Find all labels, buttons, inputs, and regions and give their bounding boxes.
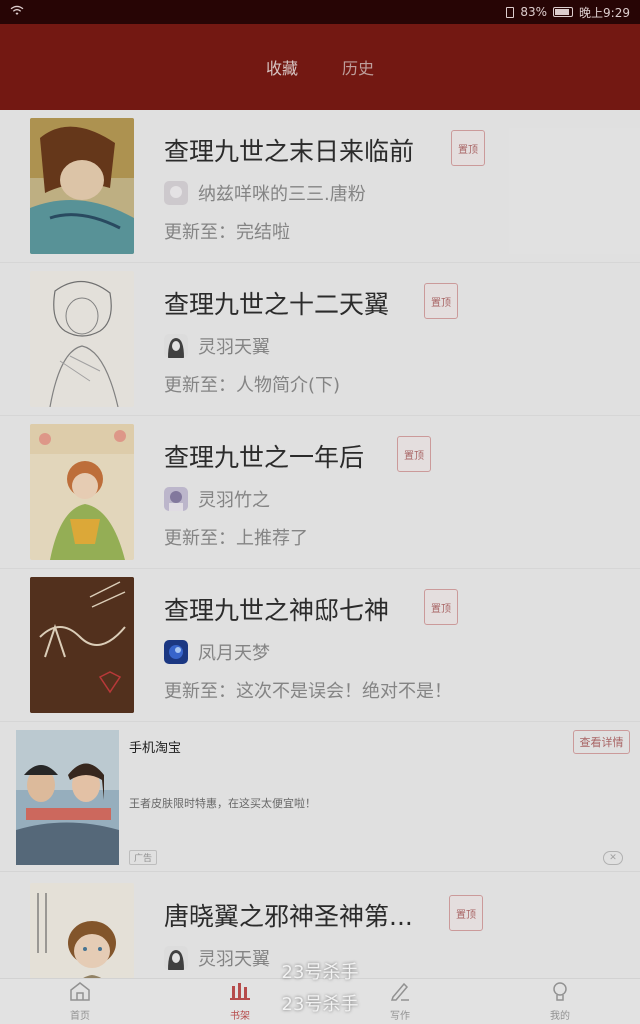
book-cover [30, 424, 134, 560]
update-text: 更新至：这次不是误会！绝对不是！ [164, 681, 452, 702]
pin-button[interactable]: 置顶 [451, 130, 485, 166]
book-title: 查理九世之十二天翼 [164, 290, 390, 319]
pin-button[interactable]: 置顶 [424, 589, 458, 625]
ad-image [16, 730, 119, 865]
book-cover [30, 577, 134, 713]
pin-button[interactable]: 置顶 [424, 283, 458, 319]
book-title: 唐晓翼之邪神圣神第... [164, 902, 413, 931]
tab-favorites[interactable]: 收藏 [266, 55, 298, 79]
toast-text: 23号杀手 [281, 994, 359, 1015]
update-text: 更新至：完结啦 [164, 222, 290, 243]
book-author: 灵羽竹之 [164, 486, 270, 512]
book-item[interactable]: 查理九世之一年后 置顶 灵羽竹之 更新至：上推荐了 [0, 416, 640, 569]
ad-banner[interactable]: 手机淘宝 查看详情 王者皮肤限时特惠，在这买太便宜啦！ 广告 ✕ [0, 722, 640, 872]
author-avatar [164, 640, 188, 664]
book-cover [30, 118, 134, 254]
bookshelf-list: 查理九世之末日来临前 置顶 纳兹咩咪的三三.唐粉 更新至：完结啦 查理九世之十二… [0, 110, 640, 978]
author-avatar [164, 181, 188, 205]
author-name: 灵羽竹之 [198, 490, 270, 511]
pin-button[interactable]: 置顶 [397, 436, 431, 472]
book-title: 查理九世之一年后 [164, 443, 365, 472]
update-text: 更新至：人物简介(下) [164, 375, 341, 396]
top-header: 收藏 历史 [0, 24, 640, 110]
book-title: 查理九世之末日来临前 [164, 137, 415, 166]
author-name: 凤月天梦 [198, 643, 270, 664]
status-bar: 83% 晚上9:29 [0, 0, 640, 24]
book-author: 凤月天梦 [164, 639, 270, 665]
tab-history[interactable]: 历史 [342, 55, 374, 79]
wifi-icon [10, 5, 24, 19]
ad-description: 王者皮肤限时特惠，在这买太便宜啦！ [129, 797, 316, 810]
battery-icon [553, 7, 574, 17]
battery-percent: 83% [520, 5, 548, 19]
book-cover [30, 271, 134, 407]
book-author: 灵羽天翼 [164, 333, 270, 359]
ad-tag: 广告 [129, 850, 158, 865]
vibrate-icon [506, 6, 515, 18]
toast-text: 23号杀手 [281, 962, 359, 983]
book-item[interactable]: 查理九世之神邸七神 置顶 凤月天梦 更新至：这次不是误会！绝对不是！ [0, 569, 640, 722]
author-avatar [164, 487, 188, 511]
author-name: 纳兹咩咪的三三.唐粉 [198, 184, 366, 205]
book-item[interactable]: 查理九世之末日来临前 置顶 纳兹咩咪的三三.唐粉 更新至：完结啦 [0, 110, 640, 263]
update-text: 更新至：上推荐了 [164, 528, 308, 549]
author-name: 灵羽天翼 [198, 337, 270, 358]
pin-button[interactable]: 置顶 [449, 895, 483, 931]
book-item[interactable]: 查理九世之十二天翼 置顶 灵羽天翼 更新至：人物简介(下) [0, 263, 640, 416]
book-author: 纳兹咩咪的三三.唐粉 [164, 180, 366, 206]
ad-close-button[interactable]: ✕ [603, 851, 623, 865]
author-avatar [164, 334, 188, 358]
clock: 晚上9:29 [579, 5, 630, 20]
ad-details-button[interactable]: 查看详情 [573, 730, 630, 754]
ad-app-name: 手机淘宝 [129, 741, 182, 756]
book-title: 查理九世之神邸七神 [164, 596, 390, 625]
